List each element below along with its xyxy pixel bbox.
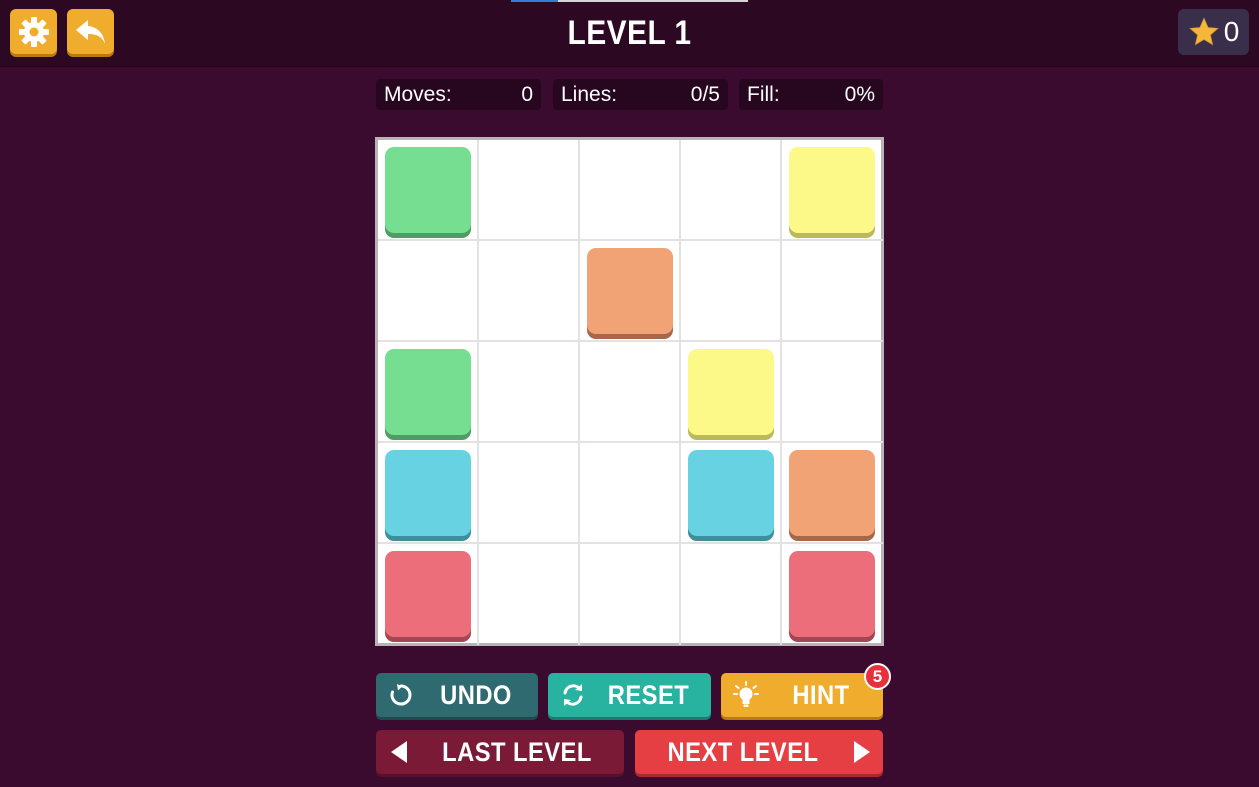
board-cell-r4-c0[interactable] <box>378 544 479 645</box>
game-board[interactable] <box>375 137 884 646</box>
next-level-button[interactable]: NEXT LEVEL <box>635 730 883 774</box>
board-cell-r3-c4[interactable] <box>782 443 883 544</box>
reset-button[interactable]: RESET <box>548 673 711 717</box>
level-title: LEVEL 1 <box>567 14 692 52</box>
board-cell-r1-c2[interactable] <box>580 241 681 342</box>
board-cell-r1-c4[interactable] <box>782 241 883 342</box>
board-cell-r0-c0[interactable] <box>378 140 479 241</box>
board-cell-r0-c2[interactable] <box>580 140 681 241</box>
red-endpoint-tile[interactable] <box>789 551 875 637</box>
top-bar: LEVEL 1 0 <box>0 0 1259 67</box>
yellow-endpoint-tile[interactable] <box>688 349 774 435</box>
board-cell-r1-c1[interactable] <box>479 241 580 342</box>
fill-stat: Fill: 0% <box>739 79 883 110</box>
board-cell-r3-c3[interactable] <box>681 443 782 544</box>
board-cell-r1-c0[interactable] <box>378 241 479 342</box>
level-progress-bar <box>511 0 748 2</box>
cyan-endpoint-tile[interactable] <box>385 450 471 536</box>
next-level-label: NEXT LEVEL <box>667 736 819 767</box>
board-cell-r3-c2[interactable] <box>580 443 681 544</box>
reset-icon <box>563 684 583 706</box>
board-cell-r0-c1[interactable] <box>479 140 580 241</box>
board-cell-r2-c1[interactable] <box>479 342 580 443</box>
triangle-right-icon <box>854 741 870 763</box>
board-cell-r4-c4[interactable] <box>782 544 883 645</box>
triangle-left-icon <box>391 741 407 763</box>
level-progress-fill <box>511 0 559 2</box>
gear-icon <box>18 16 49 47</box>
board-cell-r4-c1[interactable] <box>479 544 580 645</box>
last-level-label: LAST LEVEL <box>442 736 592 767</box>
green-endpoint-tile[interactable] <box>385 349 471 435</box>
moves-stat: Moves: 0 <box>376 79 541 110</box>
orange-endpoint-tile[interactable] <box>587 248 673 334</box>
moves-label: Moves: <box>384 82 452 106</box>
last-level-button[interactable]: LAST LEVEL <box>376 730 624 774</box>
board-cell-r2-c4[interactable] <box>782 342 883 443</box>
reset-label: RESET <box>607 679 690 710</box>
board-cell-r2-c2[interactable] <box>580 342 681 443</box>
hint-button[interactable]: HINT <box>721 673 883 717</box>
cyan-endpoint-tile[interactable] <box>688 450 774 536</box>
board-cell-r1-c3[interactable] <box>681 241 782 342</box>
lines-stat: Lines: 0/5 <box>553 79 728 110</box>
star-count: 0 <box>1223 16 1240 47</box>
board-cell-r4-c2[interactable] <box>580 544 681 645</box>
undo-label: UNDO <box>440 679 512 710</box>
yellow-endpoint-tile[interactable] <box>789 147 875 233</box>
lines-label: Lines: <box>561 82 618 106</box>
star-counter: 0 <box>1178 9 1249 55</box>
board-cell-r3-c1[interactable] <box>479 443 580 544</box>
board-cell-r4-c3[interactable] <box>681 544 782 645</box>
star-icon <box>1189 17 1219 46</box>
fill-label: Fill: <box>747 82 780 106</box>
settings-button[interactable] <box>10 9 57 54</box>
lines-value: 0/5 <box>690 82 720 106</box>
board-cell-r2-c0[interactable] <box>378 342 479 443</box>
game-screen: LEVEL 1 0 Moves: 0 Lines: 0/5 Fill: 0% U… <box>0 0 1259 787</box>
board-cell-r3-c0[interactable] <box>378 443 479 544</box>
board-cell-r0-c4[interactable] <box>782 140 883 241</box>
undo-button[interactable]: UNDO <box>376 673 538 717</box>
red-endpoint-tile[interactable] <box>385 551 471 637</box>
fill-value: 0% <box>844 82 875 106</box>
orange-endpoint-tile[interactable] <box>789 450 875 536</box>
moves-value: 0 <box>521 82 533 106</box>
lightbulb-icon <box>733 681 759 707</box>
hint-label: HINT <box>792 679 850 710</box>
green-endpoint-tile[interactable] <box>385 147 471 233</box>
hint-count-badge: 5 <box>864 663 891 690</box>
undo-icon <box>390 684 412 706</box>
board-cell-r2-c3[interactable] <box>681 342 782 443</box>
board-cell-r0-c3[interactable] <box>681 140 782 241</box>
